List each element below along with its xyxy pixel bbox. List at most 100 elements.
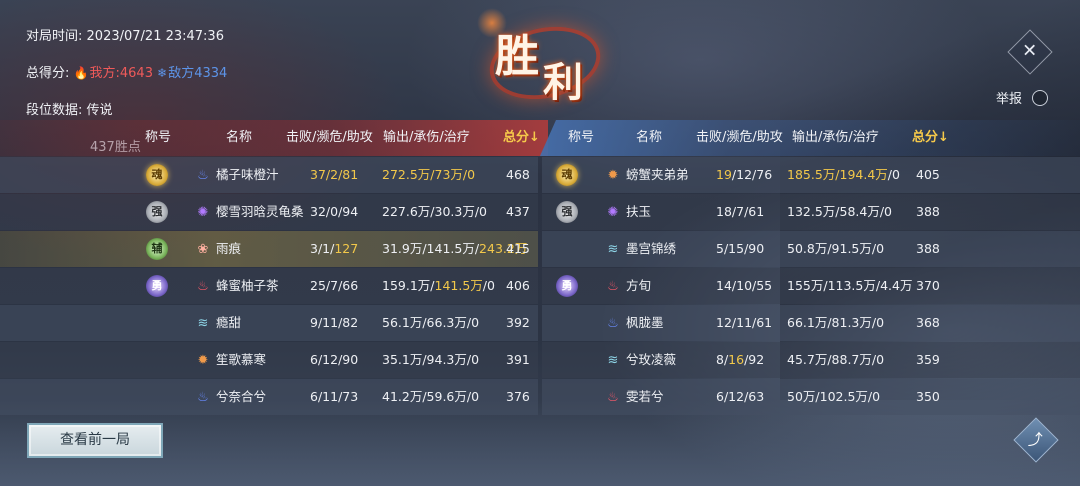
player-name: 笙歌慕寒 [216, 352, 267, 367]
player-name: 雨痕 [216, 241, 242, 256]
player-name-cell[interactable]: ✺ 扶玉 [605, 194, 651, 230]
table-row: 勇 ♨ 蜂蜜柚子茶 25/7/66 159.1万/141.5万/0 406 勇 ♨ 方旬 14/1… [0, 268, 1080, 304]
score-cell: 468 [506, 167, 530, 182]
kda-cell: 6/12/63 [716, 389, 765, 404]
view-previous-match-button[interactable]: 查看前一局 [27, 423, 163, 458]
table-row: ♨ 兮奈合兮 6/11/73 41.2万/59.6万/0 376 ♨ 雯若兮 6/12/63 5… [0, 379, 1080, 415]
kda-cell: 32/0/94 [310, 204, 359, 219]
blue-flame-icon: ♨ [197, 168, 209, 183]
red-flame-icon: ♨ [607, 279, 619, 294]
kda-cell: 3/1/127 [310, 241, 359, 256]
damage-cell: 50万/102.5万/0 [787, 389, 881, 404]
score-cell: 437 [506, 204, 530, 219]
kda-cell: 6/12/90 [310, 352, 359, 367]
header-score-left[interactable]: 总分↓ [503, 120, 540, 156]
purple-swirl-icon: ✺ [197, 205, 209, 220]
total-score-label: 总得分: [26, 66, 70, 81]
blue-flame-icon: ♨ [607, 316, 619, 331]
player-name-cell[interactable]: ✹ 螃蟹夹弟弟 [605, 157, 689, 193]
player-name-cell[interactable]: ♨ 雯若兮 [605, 379, 664, 415]
blue-flame-icon: ♨ [197, 390, 209, 405]
player-name: 螃蟹夹弟弟 [626, 167, 689, 182]
kda-cell: 8/16/92 [716, 352, 765, 367]
damage-cell: 35.1万/94.3万/0 [382, 352, 480, 367]
damage-cell: 272.5万/73万/0 [382, 167, 476, 182]
damage-cell: 41.2万/59.6万/0 [382, 389, 480, 404]
kda-cell: 6/11/73 [310, 389, 359, 404]
player-name: 瘾甜 [216, 315, 242, 330]
our-team-label: 我方 [89, 66, 116, 81]
kda-cell: 12/11/61 [716, 315, 773, 330]
kda-cell: 5/15/90 [716, 241, 765, 256]
player-name: 扶玉 [626, 204, 652, 219]
header-score-right[interactable]: 总分↓ [912, 120, 949, 156]
report-label: 举报 [996, 92, 1023, 107]
orange-gear-icon: ✹ [607, 168, 619, 183]
kda-cell: 25/7/66 [310, 278, 359, 293]
damage-cell: 66.1万/81.3万/0 [787, 315, 885, 330]
player-name-cell[interactable]: ≋ 瘾甜 [195, 305, 241, 341]
victory-char-2: 利 [543, 59, 583, 106]
table-row: 强 ✺ 樱雪羽晗灵龟桑 32/0/94 227.6万/30.3万/0 437 强 ✺ 扶玉 18/… [0, 194, 1080, 230]
score-cell: 370 [916, 278, 940, 293]
score-cell: 391 [506, 352, 530, 367]
header-name-right: 名称 [636, 130, 663, 145]
scoreboard-table: 称号 名称 击败/濒危/助攻 输出/承伤/治疗 总分↓ 称号 名称 击败/濒危/… [0, 120, 1080, 415]
score-cell: 415 [506, 241, 530, 256]
score-cell: 350 [916, 389, 940, 404]
player-name-cell[interactable]: ♨ 兮奈合兮 [195, 379, 266, 415]
kda-cell: 18/7/61 [716, 204, 765, 219]
player-name-cell[interactable]: ♨ 蜂蜜柚子茶 [195, 268, 278, 304]
damage-cell: 227.6万/30.3万/0 [382, 204, 487, 219]
orange-gear-icon: ✹ [197, 353, 209, 368]
score-cell: 392 [506, 315, 530, 330]
match-time-value: 2023/07/21 23:47:36 [86, 29, 224, 44]
header-kda-left: 击败/濒危/助攻 [286, 130, 373, 145]
red-flame-icon: ♨ [607, 390, 619, 405]
enemy-team-icon: ❄ [157, 66, 168, 80]
damage-cell: 132.5万/58.4万/0 [787, 204, 892, 219]
score-cell: 368 [916, 315, 940, 330]
header-dmg-left: 输出/承伤/治疗 [383, 130, 470, 145]
rank-label: 段位数据: [26, 103, 83, 118]
player-name: 兮奈合兮 [216, 389, 267, 404]
match-time-row: 对局时间: 2023/07/21 23:47:36 [26, 27, 227, 63]
close-icon: ✕ [1022, 41, 1038, 62]
title-badge-icon: 辅 [146, 238, 168, 260]
teal-wave-icon: ≋ [607, 242, 619, 257]
victory-char-1: 胜 [495, 31, 539, 82]
teal-wave-icon: ≋ [607, 353, 619, 368]
our-team-score: 4643 [119, 66, 153, 81]
kda-cell: 19/12/76 [716, 167, 773, 182]
table-row: ✹ 笙歌慕寒 6/12/90 35.1万/94.3万/0 391 ≋ 兮玫凌薇 8/16/92… [0, 342, 1080, 378]
kda-cell: 14/10/55 [716, 278, 773, 293]
header-title-right: 称号 [568, 130, 595, 145]
sort-icon: ↓ [938, 130, 949, 145]
table-row: 辅 ❀ 雨痕 3/1/127 31.9万/141.5万/243.2万 415 ≋ 墨宫锦绣 5/… [0, 231, 1080, 267]
report-control[interactable]: 举报 [996, 88, 1049, 107]
player-name-cell[interactable]: ♨ 方旬 [605, 268, 651, 304]
header-score-right-label: 总分 [912, 130, 939, 145]
player-name: 兮玫凌薇 [626, 352, 677, 367]
share-icon: ⤴ [1028, 430, 1044, 449]
player-name: 雯若兮 [626, 389, 664, 404]
player-name-cell[interactable]: ✺ 樱雪羽晗灵龟桑 [195, 194, 304, 230]
damage-cell: 50.8万/91.5万/0 [787, 241, 885, 256]
player-name-cell[interactable]: ❀ 雨痕 [195, 231, 241, 267]
title-badge-icon: 魂 [556, 164, 578, 186]
player-name-cell[interactable]: ≋ 兮玫凌薇 [605, 342, 676, 378]
player-name-cell[interactable]: ♨ 橘子味橙汁 [195, 157, 278, 193]
rank-value: 传说 [86, 103, 113, 118]
report-toggle[interactable] [1032, 89, 1049, 106]
scoreboard-header: 称号 名称 击败/濒危/助攻 输出/承伤/治疗 总分↓ 称号 名称 击败/濒危/… [0, 120, 1080, 156]
damage-cell: 155万/113.5万/4.4万 [787, 278, 913, 293]
player-name-cell[interactable]: ≋ 墨宫锦绣 [605, 231, 676, 267]
player-name-cell[interactable]: ♨ 枫胧墨 [605, 305, 663, 341]
player-name-cell[interactable]: ✹ 笙歌慕寒 [195, 342, 266, 378]
damage-cell: 185.5万/194.4万/0 [787, 167, 900, 182]
title-badge-icon: 强 [556, 201, 578, 223]
kda-cell: 37/2/81 [310, 167, 359, 182]
score-cell: 376 [506, 389, 530, 404]
kda-cell: 9/11/82 [310, 315, 359, 330]
match-time-label: 对局时间: [26, 29, 83, 44]
